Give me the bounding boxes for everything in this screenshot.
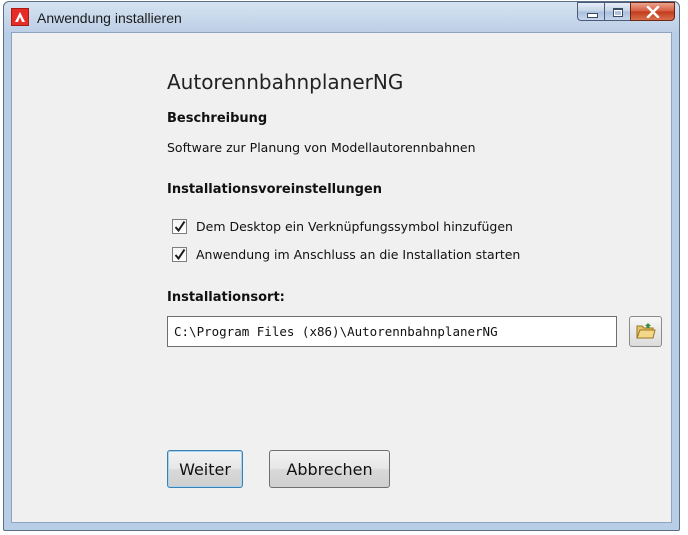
description-heading: Beschreibung [167, 111, 268, 126]
installer-window: Anwendung installieren Autorennbahnplane… [3, 1, 680, 531]
description-text: Software zur Planung von Modellautorennb… [167, 140, 476, 155]
location-heading: Installationsort: [167, 290, 285, 305]
folder-icon [636, 323, 656, 339]
adobe-air-icon [11, 8, 29, 26]
close-icon[interactable] [630, 2, 675, 21]
browse-folder-button[interactable] [629, 316, 662, 347]
desktop-shortcut-label: Dem Desktop ein Verknüpfungssymbol hinzu… [196, 218, 513, 234]
preferences-heading: Installationsvoreinstellungen [167, 182, 383, 197]
launch-after-install-label: Anwendung im Anschluss an die Installati… [196, 246, 521, 262]
cancel-button[interactable]: Abbrechen [269, 450, 390, 488]
launch-after-install-checkbox[interactable] [172, 246, 187, 262]
minimize-icon[interactable] [577, 2, 604, 21]
title-bar[interactable]: Anwendung installieren [4, 2, 679, 32]
maximize-icon[interactable] [604, 2, 630, 21]
desktop-shortcut-checkbox[interactable] [172, 218, 187, 234]
caption-buttons [577, 2, 675, 22]
launch-after-install-option[interactable]: Anwendung im Anschluss an die Installati… [172, 244, 520, 264]
desktop-shortcut-option[interactable]: Dem Desktop ein Verknüpfungssymbol hinzu… [172, 216, 513, 236]
continue-button[interactable]: Weiter [167, 450, 243, 488]
install-path-field[interactable]: C:\Program Files (x86)\Autorennbahnplane… [167, 316, 617, 347]
dialog-content: AutorennbahnplanerNG Beschreibung Softwa… [11, 32, 672, 523]
app-name: AutorennbahnplanerNG [167, 70, 404, 94]
window-title: Anwendung installieren [37, 10, 182, 26]
